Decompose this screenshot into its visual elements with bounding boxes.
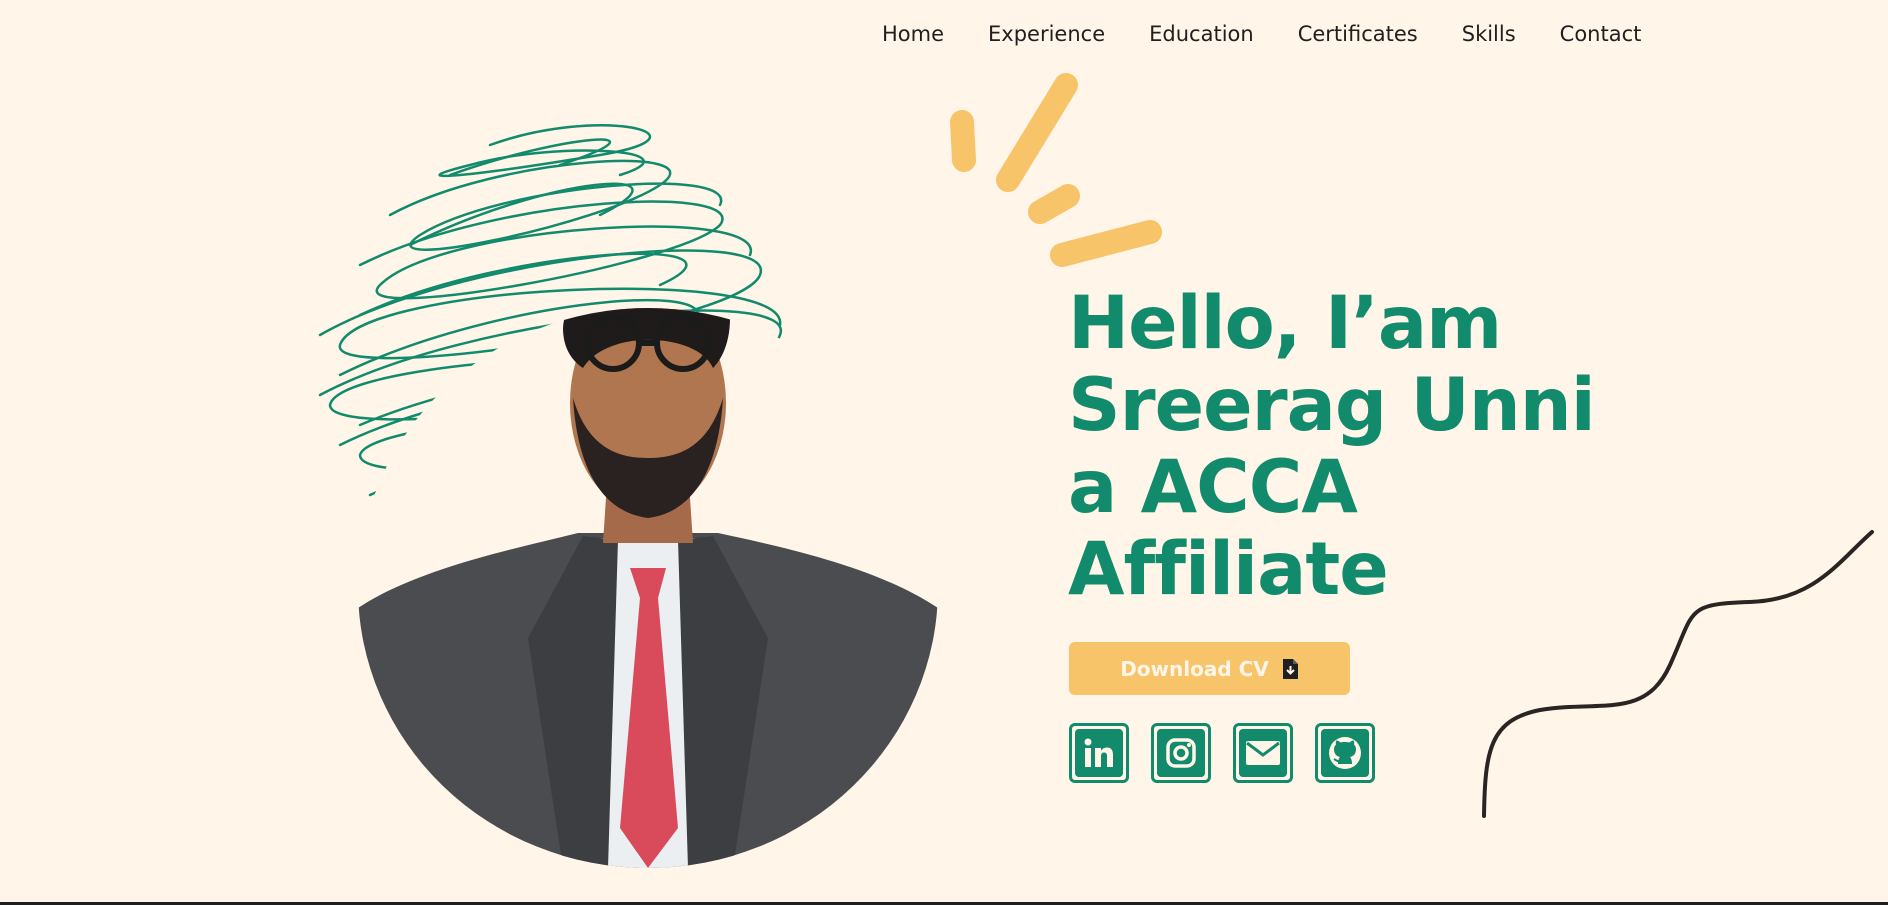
linkedin-button[interactable] [1069,723,1129,783]
linkedin-icon [1084,738,1113,767]
instagram-button[interactable] [1151,723,1211,783]
nav-certificates-link[interactable]: Certificates [1298,22,1418,46]
profile-photo [358,308,938,868]
github-button[interactable] [1315,723,1375,783]
main-nav: Home Experience Education Certificates S… [882,22,1641,46]
mail-icon [1246,741,1280,765]
spark-decoration [950,73,1162,267]
github-icon [1329,737,1361,769]
headline-line-2: Sreerag Unni [1068,363,1596,448]
mail-button[interactable] [1233,723,1293,783]
hero-headline: Hello, I’am Sreerag Unni a ACCA Affiliat… [1068,281,1596,612]
social-links [1069,723,1375,783]
headline-line-4: Affiliate [1068,527,1389,612]
download-cv-label: Download CV [1120,656,1269,681]
headline-line-3: a ACCA [1068,445,1358,530]
nav-skills-link[interactable]: Skills [1462,22,1516,46]
instagram-icon [1166,738,1196,768]
nav-home-link[interactable]: Home [882,22,944,46]
download-cv-button[interactable]: Download CV [1069,642,1350,695]
file-download-icon [1282,658,1298,679]
nav-experience-link[interactable]: Experience [988,22,1105,46]
headline-line-1: Hello, I’am [1068,281,1502,366]
nav-contact-link[interactable]: Contact [1560,22,1642,46]
nav-education-link[interactable]: Education [1149,22,1254,46]
